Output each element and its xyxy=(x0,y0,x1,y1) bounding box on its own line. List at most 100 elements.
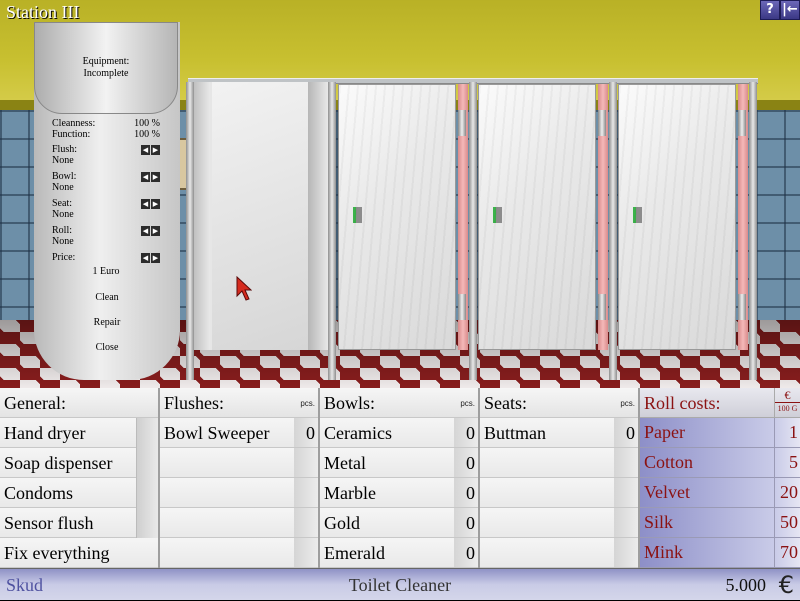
shop-panel: General: Hand dryer Soap dispenser Condo… xyxy=(0,388,800,568)
roll-costs-column: Roll costs: € 100 G Paper 1 Cotton 5 Velve… xyxy=(640,388,800,568)
bowl-item-marble[interactable]: Marble 0 xyxy=(320,478,478,508)
flushes-pcs-label: pcs. xyxy=(300,399,315,408)
seat-prev-button[interactable]: ◀ xyxy=(141,199,150,209)
general-header: General: xyxy=(0,388,158,418)
bowl-next-button[interactable]: ▶ xyxy=(151,172,160,182)
flush-prev-button[interactable]: ◀ xyxy=(141,145,150,155)
seats-column: Seats: pcs. Buttman 0 xyxy=(480,388,640,568)
flush-item-count: 0 xyxy=(294,418,318,447)
repair-button[interactable]: Repair xyxy=(34,317,180,328)
help-button[interactable]: ? xyxy=(760,0,780,20)
station-title: Station III xyxy=(6,2,80,22)
bowl-item-count: 0 xyxy=(454,538,478,567)
seat-item-buttman[interactable]: Buttman 0 xyxy=(480,418,638,448)
bowl-item-metal[interactable]: Metal 0 xyxy=(320,448,478,478)
bowl-setting: Bowl: None ◀ ▶ xyxy=(52,171,160,198)
door-lock-icon xyxy=(353,207,362,223)
roll-costs-label: Roll costs: xyxy=(644,393,721,413)
stall-post xyxy=(609,82,617,380)
seat-empty-slot xyxy=(480,478,638,508)
roll-item-cotton[interactable]: Cotton 5 xyxy=(640,448,800,478)
roll-item-paper[interactable]: Paper 1 xyxy=(640,418,800,448)
roll-item-silk[interactable]: Silk 50 xyxy=(640,508,800,538)
flush-empty-slot xyxy=(160,538,318,568)
bowl-prev-button[interactable]: ◀ xyxy=(141,172,150,182)
status-bar: Toilet Cleaner Skud 5.000 € xyxy=(0,568,800,600)
function-value: 100 % xyxy=(134,129,160,140)
stall-post xyxy=(469,82,477,380)
cleanness-label: Cleanness: xyxy=(52,118,96,129)
mouse-cursor-icon xyxy=(236,276,252,301)
cleanness-value: 100 % xyxy=(134,118,160,129)
roll-item-cost: 50 xyxy=(774,508,800,537)
seats-pcs-label: pcs. xyxy=(620,399,635,408)
general-item-sensor-flush[interactable]: Sensor flush xyxy=(0,508,158,538)
general-item-fix-everything[interactable]: Fix everything xyxy=(0,538,158,568)
roll-cost-unit-label: 100 G xyxy=(777,404,798,413)
stall-side-right xyxy=(308,82,328,350)
euro-icon: € xyxy=(778,571,794,599)
bowl-value: None xyxy=(52,182,74,193)
player-rank: Toilet Cleaner xyxy=(348,575,452,595)
close-button[interactable]: Close xyxy=(34,342,180,353)
flush-empty-slot xyxy=(160,478,318,508)
flush-value: None xyxy=(52,155,74,166)
seat-item-count: 0 xyxy=(614,418,638,447)
flush-empty-slot xyxy=(160,448,318,478)
roll-setting: Roll: None ◀ ▶ xyxy=(52,225,160,252)
door-lock-icon xyxy=(633,207,642,223)
bowls-pcs-label: pcs. xyxy=(460,399,475,408)
stall-door-4[interactable] xyxy=(618,84,736,350)
door-lock-icon xyxy=(493,207,502,223)
roll-costs-header: Roll costs: € 100 G xyxy=(640,388,800,418)
roll-item-cost: 1 xyxy=(774,418,800,447)
bowl-item-gold[interactable]: Gold 0 xyxy=(320,508,478,538)
hinge xyxy=(458,294,466,320)
stall-open[interactable] xyxy=(190,82,330,350)
seat-empty-slot xyxy=(480,538,638,568)
stall-post xyxy=(749,82,757,380)
general-scrollbar[interactable] xyxy=(136,418,158,538)
roll-item-velvet[interactable]: Velvet 20 xyxy=(640,478,800,508)
roll-item-mink[interactable]: Mink 70 xyxy=(640,538,800,568)
stall-back-wall xyxy=(212,82,308,350)
flush-empty-slot xyxy=(160,508,318,538)
bowl-item-count: 0 xyxy=(454,478,478,507)
price-increase-button[interactable]: ▶ xyxy=(151,253,160,263)
roll-value: None xyxy=(52,236,74,247)
equipment-status: Incomplete xyxy=(83,68,129,79)
general-item-condoms[interactable]: Condoms xyxy=(0,478,158,508)
price-setting: Price: ◀ ▶ xyxy=(52,252,160,266)
roll-next-button[interactable]: ▶ xyxy=(151,226,160,236)
exit-button[interactable]: |← xyxy=(780,0,800,20)
stall-door-3[interactable] xyxy=(478,84,596,350)
bowls-header: Bowls: pcs. xyxy=(320,388,478,418)
general-item-soap-dispenser[interactable]: Soap dispenser xyxy=(0,448,158,478)
general-item-hand-dryer[interactable]: Hand dryer xyxy=(0,418,158,448)
flush-item-bowl-sweeper[interactable]: Bowl Sweeper 0 xyxy=(160,418,318,448)
price-decrease-button[interactable]: ◀ xyxy=(141,253,150,263)
function-label: Function: xyxy=(52,129,91,140)
stall-stats: Cleanness: 100 % Function: 100 % Flush: … xyxy=(52,118,160,277)
flush-next-button[interactable]: ▶ xyxy=(151,145,160,155)
hinge xyxy=(458,110,466,136)
roll-prev-button[interactable]: ◀ xyxy=(141,226,150,236)
general-column: General: Hand dryer Soap dispenser Condo… xyxy=(0,388,160,568)
flushes-header: Flushes: pcs. xyxy=(160,388,318,418)
bowls-column: Bowls: pcs. Ceramics 0 Metal 0 Marble 0 Gol… xyxy=(320,388,480,568)
cleanness-row: Cleanness: 100 % xyxy=(52,118,160,129)
seat-empty-slot xyxy=(480,448,638,478)
hinge xyxy=(598,294,606,320)
price-value: 1 Euro xyxy=(92,266,120,277)
stall-post xyxy=(186,82,194,380)
hinge xyxy=(738,110,746,136)
seats-header: Seats: pcs. xyxy=(480,388,638,418)
bowl-item-count: 0 xyxy=(454,448,478,477)
stall-door-2[interactable] xyxy=(338,84,456,350)
bowl-item-emerald[interactable]: Emerald 0 xyxy=(320,538,478,568)
equipment-preview: Equipment: Incomplete xyxy=(34,22,178,114)
roll-item-cost: 5 xyxy=(774,448,800,477)
bowl-item-ceramics[interactable]: Ceramics 0 xyxy=(320,418,478,448)
seat-next-button[interactable]: ▶ xyxy=(151,199,160,209)
clean-button[interactable]: Clean xyxy=(34,292,180,303)
